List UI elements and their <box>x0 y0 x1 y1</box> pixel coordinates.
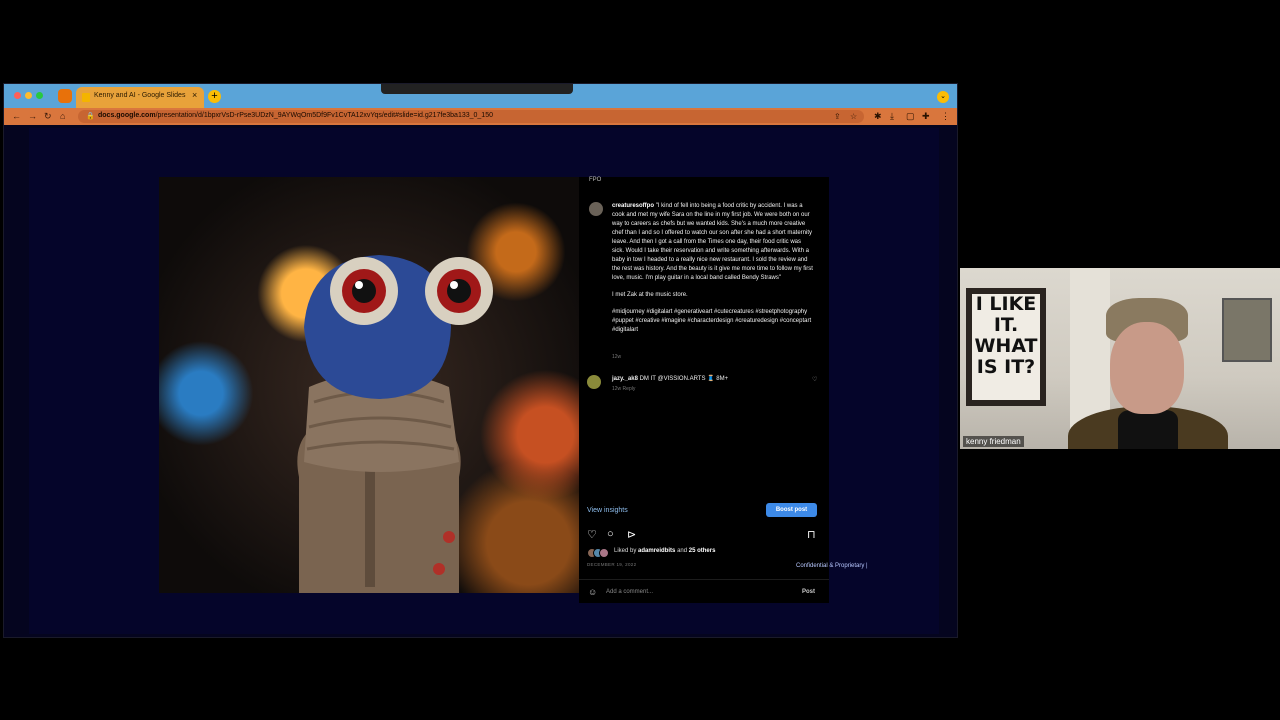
caption-line2: I met Zak at the music store. <box>612 292 688 298</box>
puzzle-icon[interactable]: ✚ <box>922 111 930 122</box>
view-insights-link[interactable]: View insights <box>587 507 628 514</box>
minimize-window-button[interactable] <box>25 92 32 99</box>
post-actions: ♡ ○ ⊳ ⊓ <box>587 528 819 542</box>
forward-arrow-icon[interactable]: → <box>28 111 37 121</box>
slide-footer: Confidential & Proprietary | <box>796 563 868 569</box>
camera-notch <box>381 84 573 94</box>
top-username[interactable]: FPO <box>589 177 601 183</box>
post-date: DECEMBER 19, 2022 <box>587 562 637 567</box>
chevron-down-icon[interactable]: ⌄ <box>937 91 949 103</box>
home-icon[interactable]: ⌂ <box>60 111 65 121</box>
heart-icon[interactable]: ♡ <box>587 528 597 541</box>
emoji-icon[interactable]: ☺ <box>588 587 597 597</box>
bookmark-star-icon[interactable]: ☆ <box>850 112 857 121</box>
maximize-window-button[interactable] <box>36 92 43 99</box>
extensions-icon[interactable]: ✱ <box>874 111 882 122</box>
comment: jazy._ak8 DM IT @VISSION.ARTS 🧵 8M+ <box>612 376 729 382</box>
bookmark-icon[interactable]: ⊓ <box>807 528 816 541</box>
lock-icon: 🔒 <box>86 113 95 120</box>
menu-dots-icon[interactable]: ⋮ <box>941 111 950 122</box>
post-caption: creaturesoffpo "I kind of fell into bein… <box>612 202 814 343</box>
profile-icon[interactable] <box>58 89 72 103</box>
caption-hashtags[interactable]: #midjourney #digitalart #generativeart #… <box>612 308 814 335</box>
address-bar[interactable]: 🔒 docs.google.com/presentation/d/1bpxrVs… <box>78 110 864 123</box>
url-text[interactable]: docs.google.com/presentation/d/1bpxrVsD-… <box>98 112 493 119</box>
slide-canvas: FPO creaturesoffpo "I kind of fell into … <box>29 128 939 634</box>
caption-username[interactable]: creaturesoffpo <box>612 203 654 209</box>
download-icon[interactable]: ⤓ <box>890 111 894 122</box>
share-icon[interactable]: ⇪ <box>834 112 841 121</box>
close-window-button[interactable] <box>14 92 21 99</box>
tab-close-icon[interactable]: × <box>192 90 197 100</box>
new-tab-button[interactable]: + <box>208 90 221 103</box>
back-arrow-icon[interactable]: ← <box>12 111 21 121</box>
instagram-post-panel: FPO creaturesoffpo "I kind of fell into … <box>579 177 829 603</box>
puppet-photo <box>159 177 579 593</box>
sidepanel-icon[interactable]: ▢ <box>906 111 915 122</box>
caption-time: 12w <box>612 354 622 360</box>
post-button[interactable]: Post <box>802 589 815 595</box>
caption-text: "I kind of fell into being a food critic… <box>612 203 813 281</box>
poster-text: I LIKE IT. WHAT IS IT? <box>972 294 1040 400</box>
tab-title: Kenny and AI - Google Slides <box>94 92 186 99</box>
comment-input[interactable]: Add a comment... <box>606 589 653 595</box>
boost-post-button[interactable]: Boost post <box>766 503 817 517</box>
avatar[interactable] <box>589 202 603 216</box>
participant-name: kenny friedman <box>963 436 1024 447</box>
comment-avatar[interactable] <box>587 375 601 389</box>
comment-meta[interactable]: 12w Reply <box>612 386 635 392</box>
tab-strip: Kenny and AI - Google Slides × + ⌄ <box>4 84 957 108</box>
divider <box>579 579 829 580</box>
wall-poster: I LIKE IT. WHAT IS IT? <box>966 288 1046 406</box>
likes-text[interactable]: Liked by adamreidbits and 25 others <box>614 548 715 554</box>
comment-heart-icon[interactable]: ♡ <box>812 376 817 383</box>
tab-slides[interactable]: Kenny and AI - Google Slides × <box>76 87 204 108</box>
browser-toolbar: ← → ↻ ⌂ 🔒 docs.google.com/presentation/d… <box>4 108 957 125</box>
browser-window: Kenny and AI - Google Slides × + ⌄ ← → ↻… <box>3 83 958 638</box>
comment-icon[interactable]: ○ <box>607 528 614 540</box>
video-tile: I LIKE IT. WHAT IS IT? kenny friedman <box>960 268 1280 449</box>
slides-favicon-icon <box>82 93 90 102</box>
comment-username[interactable]: jazy._ak8 <box>612 376 638 382</box>
participant-video <box>1068 298 1228 449</box>
wall-art <box>1222 298 1272 362</box>
share-icon[interactable]: ⊳ <box>627 528 636 541</box>
reload-icon[interactable]: ↻ <box>44 111 52 122</box>
liker-avatars <box>587 548 611 558</box>
puppet-illustration <box>297 255 493 593</box>
